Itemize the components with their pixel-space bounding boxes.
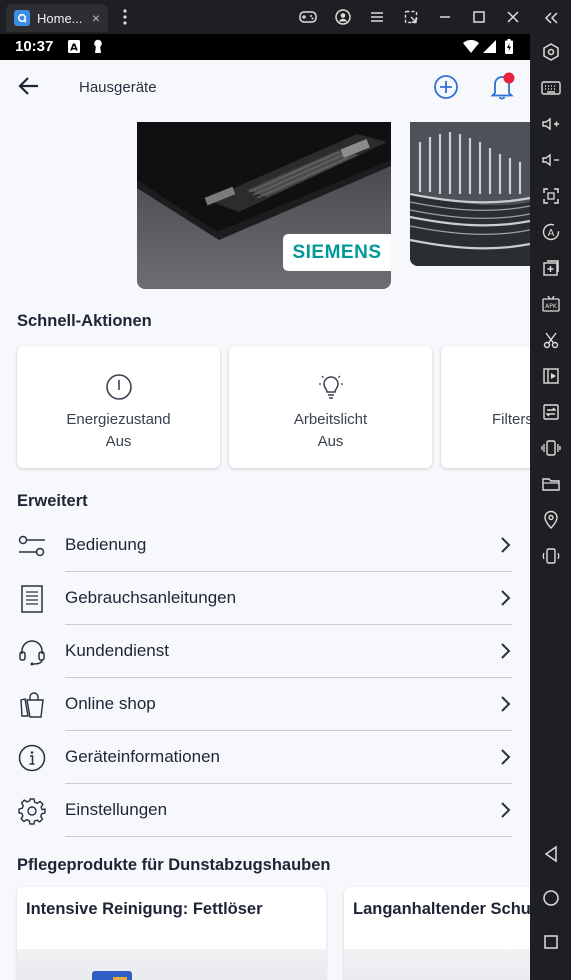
chevron-right-icon bbox=[498, 748, 512, 766]
svg-text:A: A bbox=[70, 43, 78, 54]
location-icon[interactable] bbox=[540, 509, 562, 531]
tab-close-icon[interactable]: × bbox=[92, 10, 100, 26]
nav-home-icon[interactable] bbox=[540, 887, 562, 909]
divider bbox=[65, 835, 512, 837]
menu-item-kundendienst[interactable]: Kundendienst bbox=[0, 625, 530, 678]
siemens-logo: SIEMENS bbox=[283, 234, 391, 271]
notification-a-icon: A bbox=[68, 40, 80, 58]
app-bar: Hausgeräte bbox=[0, 60, 530, 116]
gamepad-icon[interactable] bbox=[299, 8, 317, 26]
close-window-icon[interactable] bbox=[504, 8, 522, 26]
product-card-fettloeser[interactable]: Intensive Reinigung: Fettlöser bbox=[17, 887, 326, 980]
main-scroll-content[interactable]: SIEMENS Schnell-Aktionen Energiezustand … bbox=[0, 116, 530, 980]
nav-recents-icon[interactable] bbox=[540, 931, 562, 953]
chevron-right-icon bbox=[498, 695, 512, 713]
menu-item-label: Geräteinformationen bbox=[65, 747, 220, 766]
appliance-image-dishwasher[interactable] bbox=[410, 122, 530, 266]
menu-item-gebrauchsanleitungen[interactable]: Gebrauchsanleitungen bbox=[0, 572, 530, 625]
add-window-icon[interactable] bbox=[540, 257, 562, 279]
keyhole-icon bbox=[93, 39, 103, 59]
product-card-schutz[interactable]: Langanhaltender Schu bbox=[344, 887, 530, 980]
battery-charging-icon bbox=[505, 39, 513, 59]
shake-icon[interactable] bbox=[540, 437, 562, 459]
quick-action-label: Filters bbox=[492, 411, 530, 428]
maximize-icon[interactable] bbox=[470, 8, 488, 26]
care-products-title: Pflegeprodukte für Dunstabzugshauben bbox=[17, 856, 331, 874]
info-icon bbox=[17, 744, 47, 772]
folder-icon[interactable] bbox=[540, 473, 562, 495]
app-tab-label: Home... bbox=[37, 10, 83, 26]
android-status-bar: 10:37 A bbox=[0, 34, 530, 60]
menu-item-online-shop[interactable]: Online shop bbox=[0, 678, 530, 731]
chevron-right-icon bbox=[498, 536, 512, 554]
scissors-icon[interactable] bbox=[540, 329, 562, 351]
product-title: Intensive Reinigung: Fettlöser bbox=[26, 900, 263, 918]
lightbulb-icon bbox=[317, 373, 345, 401]
phone-screen: 10:37 A Hausgeräte SIEMENS Schnell-Aktio… bbox=[0, 34, 530, 980]
menu-item-label: Einstellungen bbox=[65, 800, 168, 819]
more-vertical-icon[interactable] bbox=[116, 8, 134, 26]
menu-item-label: Kundendienst bbox=[65, 641, 169, 660]
menu-item-label: Bedienung bbox=[65, 535, 147, 554]
quick-action-power[interactable]: Energiezustand Aus bbox=[17, 346, 220, 468]
notifications-bell-icon[interactable] bbox=[489, 71, 517, 106]
menu-item-label: Gebrauchsanleitungen bbox=[65, 588, 237, 607]
shopping-bag-icon bbox=[17, 691, 47, 719]
auto-rotate-icon[interactable]: A bbox=[540, 221, 562, 243]
chevron-right-icon bbox=[498, 801, 512, 819]
svg-text:A: A bbox=[548, 228, 555, 239]
rotate-device-icon[interactable] bbox=[540, 545, 562, 567]
add-device-icon[interactable] bbox=[433, 74, 459, 105]
product-image bbox=[17, 949, 326, 980]
menu-item-geraeteinformationen[interactable]: Geräteinformationen bbox=[0, 731, 530, 784]
volume-down-icon[interactable] bbox=[540, 149, 562, 171]
settings-hex-icon[interactable] bbox=[540, 41, 562, 63]
sync-icon[interactable] bbox=[540, 401, 562, 423]
keyboard-icon[interactable] bbox=[540, 77, 562, 99]
minimize-icon[interactable] bbox=[436, 8, 454, 26]
document-icon bbox=[17, 585, 47, 613]
menu-item-bedienung[interactable]: Bedienung bbox=[0, 519, 530, 572]
quick-action-value: Aus bbox=[105, 433, 132, 450]
status-time: 10:37 bbox=[15, 38, 54, 55]
power-icon bbox=[105, 373, 133, 401]
video-record-icon[interactable] bbox=[540, 365, 562, 387]
appliance-image-hood[interactable]: SIEMENS bbox=[137, 122, 391, 289]
chevron-right-icon bbox=[498, 642, 512, 660]
quick-action-label: Energiezustand bbox=[66, 411, 171, 428]
volume-up-icon[interactable] bbox=[540, 113, 562, 135]
chevron-right-icon bbox=[498, 589, 512, 607]
quick-action-value: Aus bbox=[317, 433, 344, 450]
headset-icon bbox=[17, 638, 47, 666]
app-tab[interactable]: Home... × bbox=[6, 4, 108, 32]
quick-actions-title: Schnell-Aktionen bbox=[17, 312, 152, 330]
advanced-section-title: Erweitert bbox=[17, 492, 88, 510]
menu-icon[interactable] bbox=[368, 8, 386, 26]
quick-action-light[interactable]: Arbeitslicht Aus bbox=[229, 346, 432, 468]
sliders-icon bbox=[17, 532, 47, 560]
account-icon[interactable] bbox=[334, 8, 352, 26]
app-tab-icon bbox=[14, 10, 30, 26]
product-image bbox=[344, 949, 530, 980]
fullscreen-icon[interactable] bbox=[540, 185, 562, 207]
wifi-icon bbox=[463, 39, 479, 58]
brand-logo-text: SIEMENS bbox=[292, 241, 382, 263]
product-title: Langanhaltender Schu bbox=[353, 900, 530, 918]
gear-icon bbox=[17, 797, 47, 825]
nav-back-icon[interactable] bbox=[540, 843, 562, 865]
page-title: Hausgeräte bbox=[79, 79, 157, 96]
apk-install-icon[interactable]: APK bbox=[540, 293, 562, 315]
emulator-titlebar: Home... × bbox=[0, 0, 571, 34]
emulator-sidebar: A APK bbox=[530, 0, 571, 980]
svg-text:APK: APK bbox=[545, 303, 558, 310]
back-arrow-icon[interactable] bbox=[18, 76, 40, 101]
menu-item-label: Online shop bbox=[65, 694, 156, 713]
menu-item-einstellungen[interactable]: Einstellungen bbox=[0, 784, 530, 837]
quick-action-value: ( bbox=[492, 431, 530, 453]
signal-icon bbox=[483, 40, 496, 58]
collapse-sidebar-icon[interactable] bbox=[540, 7, 562, 29]
quick-action-label: Arbeitslicht bbox=[293, 411, 368, 428]
resize-icon[interactable] bbox=[402, 8, 420, 26]
quick-action-filter[interactable]: Filters ( bbox=[441, 346, 530, 468]
